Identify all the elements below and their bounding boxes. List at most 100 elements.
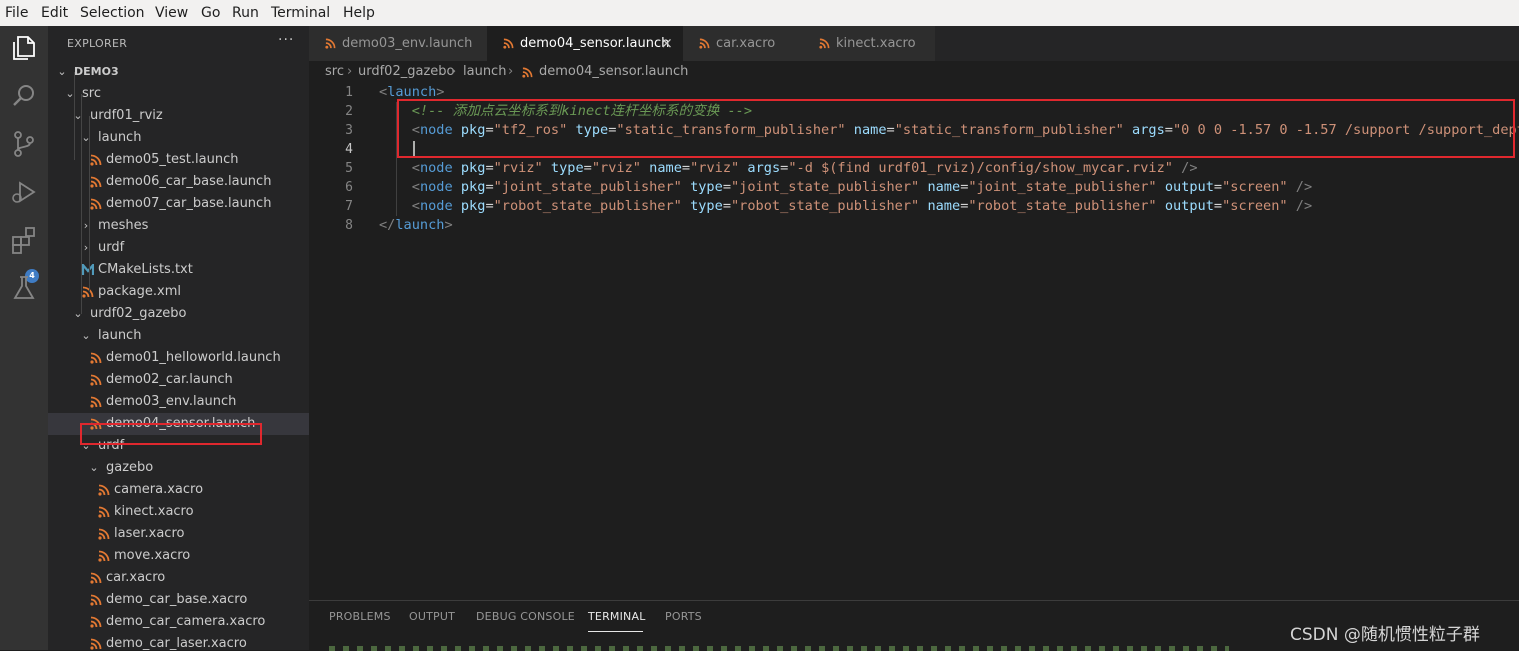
tree-folder[interactable]: ⌄ urdf02_gazebo [48, 303, 309, 325]
menu-view[interactable]: View [155, 0, 188, 26]
tree-item-label: demo01_helloworld.launch [106, 350, 281, 365]
menu-edit[interactable]: Edit [41, 0, 68, 26]
terminal-output-partial [329, 646, 1229, 651]
tab-demo04-sensor-launch[interactable]: demo04_sensor.launch × [487, 26, 684, 61]
code-line[interactable]: </launch> [379, 216, 453, 235]
tree-file[interactable]: demo07_car_base.launch [48, 193, 309, 215]
rss-file-icon [522, 67, 533, 78]
rss-file-icon [90, 154, 102, 166]
line-number: 4 [345, 142, 353, 157]
breadcrumb-src[interactable]: src [325, 61, 344, 83]
rss-file-icon [90, 638, 102, 650]
tab-car-xacro[interactable]: car.xacro [683, 26, 804, 61]
tree-folder[interactable]: ⌄ launch [48, 325, 309, 347]
tree-file[interactable]: demo06_car_base.launch [48, 171, 309, 193]
tree-item-label: kinect.xacro [114, 504, 194, 519]
code-line[interactable]: <node pkg="robot_state_publisher" type="… [379, 197, 1312, 216]
tree-file[interactable]: demo02_car.launch [48, 369, 309, 391]
tab-ports[interactable]: PORTS [665, 610, 702, 623]
tree-item-label: src [82, 86, 101, 101]
code-line[interactable]: <node pkg="joint_state_publisher" type="… [379, 178, 1312, 197]
menu-selection[interactable]: Selection [80, 0, 145, 26]
search-icon[interactable] [8, 80, 40, 112]
line-number: 3 [345, 123, 353, 138]
tree-item-label: demo_car_camera.xacro [106, 614, 266, 629]
tree-item-label: launch [98, 328, 142, 343]
tab-kinect-xacro[interactable]: kinect.xacro [803, 26, 936, 61]
tree-file[interactable]: demo03_env.launch [48, 391, 309, 413]
tree-file[interactable]: demo05_test.launch [48, 149, 309, 171]
tree-file[interactable]: CMakeLists.txt [48, 259, 309, 281]
rss-file-icon [90, 616, 102, 628]
tree-folder[interactable]: ⌄ src [48, 83, 309, 105]
tree-item-label: DEMO3 [74, 65, 119, 78]
more-actions-icon[interactable]: ··· [278, 32, 294, 48]
source-control-icon[interactable] [8, 128, 40, 160]
tree-folder[interactable]: › urdf [48, 237, 309, 259]
tree-file[interactable]: move.xacro [48, 545, 309, 567]
tree-folder[interactable]: ⌄ DEMO3 [48, 61, 309, 83]
tree-folder[interactable]: ⌄ gazebo [48, 457, 309, 479]
tree-file[interactable]: kinect.xacro [48, 501, 309, 523]
watermark: CSDN @随机惯性粒子群 [1290, 625, 1480, 645]
explorer-sidebar: EXPLORER ··· ⌄ DEMO3 ⌄ src ⌄ urdf01_rviz ⌄ laun… [48, 26, 309, 650]
menu-terminal[interactable]: Terminal [271, 0, 330, 26]
menu-go[interactable]: Go [201, 0, 220, 26]
files-icon[interactable] [8, 32, 40, 64]
activity-bar: 4 [0, 26, 48, 650]
tree-file[interactable]: car.xacro [48, 567, 309, 589]
tree-file[interactable]: laser.xacro [48, 523, 309, 545]
tab-output[interactable]: OUTPUT [409, 610, 455, 623]
rss-file-icon [90, 396, 102, 408]
breadcrumb-launch[interactable]: launch [463, 61, 506, 83]
code-editor[interactable]: 1 <launch> 2 <!-- 添加点云坐标系到kinect连杆坐标系的变换 -… [309, 83, 1519, 600]
chevron-down-icon: ⌄ [81, 329, 91, 342]
close-icon[interactable]: × [660, 26, 673, 61]
rss-file-icon [98, 528, 110, 540]
tree-file[interactable]: demo_car_camera.xacro [48, 611, 309, 633]
rss-file-icon [90, 572, 102, 584]
code-line[interactable]: <node pkg="rviz" type="rviz" name="rviz"… [379, 159, 1198, 178]
menu-file[interactable]: File [5, 0, 28, 26]
tree-file[interactable]: demo01_helloworld.launch [48, 347, 309, 369]
tab-terminal[interactable]: TERMINAL [588, 610, 646, 623]
rss-file-icon [90, 198, 102, 210]
tree-file[interactable]: camera.xacro [48, 479, 309, 501]
rss-file-icon [90, 352, 102, 364]
tree-file[interactable]: package.xml [48, 281, 309, 303]
testing-icon[interactable] [8, 272, 40, 304]
tree-item-label: move.xacro [114, 548, 191, 563]
rss-file-icon [90, 176, 102, 188]
chevron-down-icon: ⌄ [89, 461, 99, 474]
tree-folder[interactable]: ⌄ launch [48, 127, 309, 149]
editor-tab-bar: demo03_env.launch demo04_sensor.launch ×… [309, 26, 1519, 61]
tree-item-label: demo05_test.launch [106, 152, 239, 167]
tab-problems[interactable]: PROBLEMS [329, 610, 391, 623]
highlight-box-code [397, 99, 1515, 158]
rss-file-icon [503, 38, 514, 49]
tab-debug-console[interactable]: DEBUG CONSOLE [476, 610, 575, 623]
run-debug-icon[interactable] [8, 176, 40, 208]
tree-item-label: package.xml [98, 284, 181, 299]
menu-help[interactable]: Help [343, 0, 375, 26]
breadcrumb-urdf02-gazebo[interactable]: urdf02_gazebo [358, 61, 454, 83]
menu-run[interactable]: Run [232, 0, 259, 26]
extensions-icon[interactable] [8, 224, 40, 256]
tree-folder[interactable]: › meshes [48, 215, 309, 237]
tab-demo03-env-launch[interactable]: demo03_env.launch [309, 26, 488, 61]
breadcrumb-separator: › [347, 64, 353, 79]
tree-file[interactable]: demo_car_laser.xacro [48, 633, 309, 650]
line-number: 2 [345, 104, 353, 119]
tree-folder[interactable]: ⌄ urdf01_rviz [48, 105, 309, 127]
tree-file[interactable]: demo_car_base.xacro [48, 589, 309, 611]
indent-guide [74, 72, 75, 160]
tree-item-label: demo_car_base.xacro [106, 592, 248, 607]
tree-item-label: meshes [98, 218, 149, 233]
rss-file-icon [98, 550, 110, 562]
line-number: 6 [345, 180, 353, 195]
tree-item-label: urdf02_gazebo [90, 306, 187, 321]
tree-item-label: demo06_car_base.launch [106, 174, 272, 189]
breadcrumb-file[interactable]: demo04_sensor.launch [539, 61, 688, 83]
indent-guide [89, 161, 90, 205]
tree-item-label: car.xacro [106, 570, 166, 585]
